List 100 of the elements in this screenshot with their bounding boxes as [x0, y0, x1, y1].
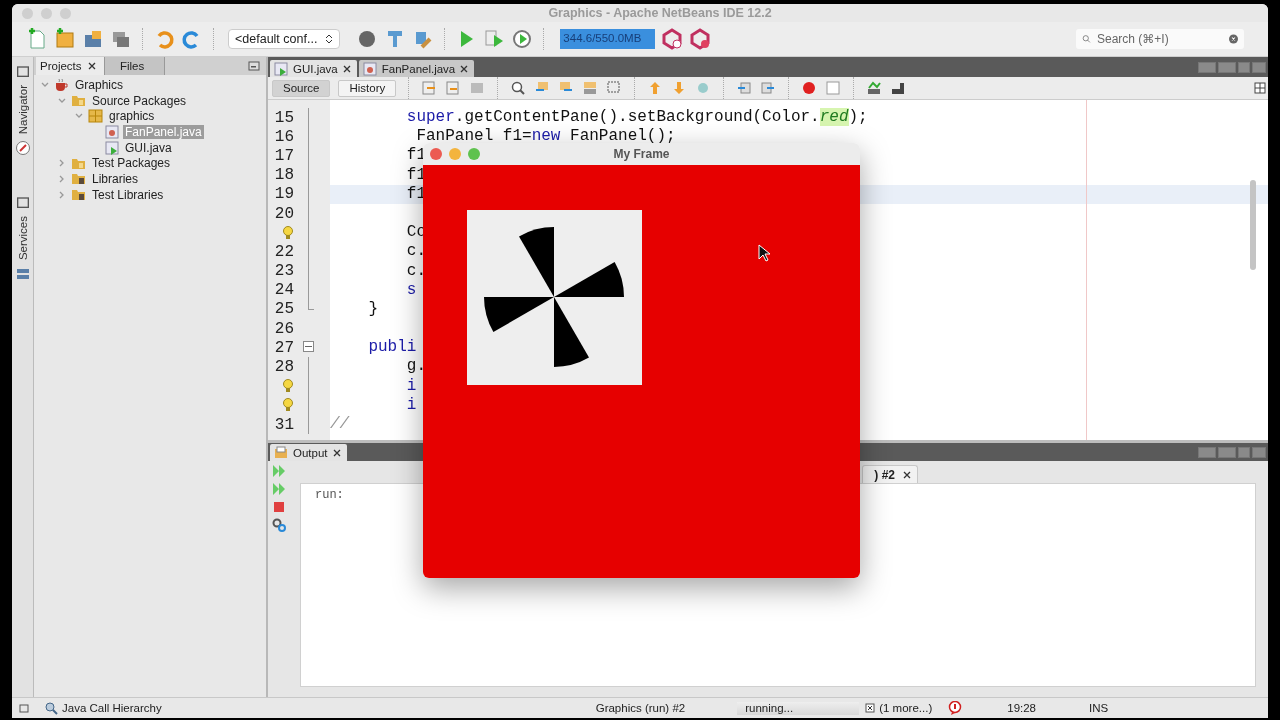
panel-tab[interactable]: Projects — [36, 57, 105, 75]
editor-tab[interactable]: GUI.java — [270, 60, 357, 77]
cancel-icon[interactable] — [865, 703, 876, 713]
highlight-icon[interactable] — [582, 80, 599, 96]
line-number: 22 — [273, 242, 294, 261]
back-icon[interactable] — [445, 80, 462, 96]
code-line: f1 — [406, 165, 426, 184]
package-icon — [88, 109, 103, 124]
tree-item[interactable]: Libraries — [90, 171, 141, 186]
record-icon[interactable] — [801, 80, 818, 96]
scroll-left-button[interactable] — [1198, 446, 1216, 458]
new-project-icon[interactable] — [54, 28, 76, 50]
scroll-left-button[interactable] — [1198, 61, 1216, 73]
configuration-select[interactable]: <default conf... — [228, 29, 341, 49]
panel-tab[interactable]: Files — [104, 57, 165, 75]
close-light-icon[interactable] — [430, 148, 442, 160]
line-number: 28 — [273, 358, 294, 377]
split-icon[interactable] — [1254, 82, 1266, 94]
line-number: 17 — [273, 146, 294, 165]
scrollbar-thumb[interactable] — [1250, 180, 1256, 270]
line-number: 15 — [273, 108, 294, 127]
output-tab[interactable]: Output — [270, 444, 347, 461]
settings-icon[interactable] — [271, 517, 287, 533]
line-number: 23 — [273, 262, 294, 281]
maximize-button[interactable] — [1252, 446, 1266, 458]
close-icon[interactable] — [460, 64, 469, 73]
code-line: c. — [406, 261, 426, 280]
restore-icon[interactable] — [14, 194, 31, 211]
folder-icon — [71, 188, 86, 202]
view-mode-button[interactable]: History — [338, 79, 397, 97]
view-mode-button[interactable]: Source — [272, 79, 331, 97]
stop-icon[interactable] — [825, 80, 842, 96]
java-file-icon — [105, 124, 119, 139]
rerun-icon[interactable] — [271, 481, 287, 497]
last-edit-icon[interactable] — [421, 80, 438, 96]
memory-reading: 344.6/550.0MB — [563, 32, 642, 44]
output-text: run: — [315, 488, 344, 502]
lightbulb-icon[interactable] — [282, 398, 294, 413]
tree-item[interactable]: Test Libraries — [90, 187, 166, 202]
tree-item[interactable]: Source Packages — [90, 93, 189, 108]
close-icon[interactable] — [342, 64, 351, 73]
scroll-right-button[interactable] — [1218, 446, 1236, 458]
editor-tab[interactable]: FanPanel.java — [358, 60, 475, 77]
clear-icon[interactable] — [1229, 33, 1238, 45]
notification-icon[interactable] — [948, 701, 963, 715]
search-icon[interactable] — [44, 701, 58, 715]
shift-right-icon[interactable] — [760, 80, 777, 96]
code-line: FanPanel f1=new FanPanel(); — [415, 127, 676, 146]
folder-icon — [71, 94, 86, 108]
lightbulb-icon[interactable] — [282, 225, 294, 240]
tree-item[interactable]: Graphics — [73, 77, 126, 92]
tree-item[interactable]: Test Packages — [90, 156, 173, 171]
line-number: 25 — [273, 300, 294, 319]
close-icon[interactable] — [87, 62, 96, 70]
zoom-light-icon[interactable] — [468, 148, 480, 160]
open-project-icon[interactable] — [82, 28, 104, 50]
line-number: 27 — [273, 338, 294, 357]
run-tab[interactable]: ) #2 — [862, 465, 918, 483]
chart-icon[interactable] — [866, 80, 883, 96]
lightbulb-icon[interactable] — [282, 379, 294, 394]
tab-list-button[interactable] — [1238, 446, 1250, 458]
stop-icon[interactable] — [271, 499, 287, 515]
scroll-right-button[interactable] — [1218, 61, 1236, 73]
search-box[interactable]: Search (⌘+I) — [1076, 29, 1244, 49]
search-icon — [1082, 33, 1091, 45]
restore-icon[interactable] — [18, 702, 30, 714]
profiler-icon[interactable] — [661, 28, 684, 50]
selection-icon[interactable] — [606, 80, 623, 96]
status-task[interactable]: Java Call Hierarchy — [62, 702, 162, 714]
line-number: 24 — [273, 281, 294, 300]
search-field[interactable]: Search (⌘+I) — [1095, 31, 1225, 47]
tree-item[interactable]: GUI.java — [123, 140, 174, 155]
compass-icon[interactable] — [14, 140, 31, 157]
find-icon[interactable] — [510, 80, 527, 96]
side-tab[interactable]: Services — [16, 214, 29, 263]
rerun-icon[interactable] — [271, 463, 287, 479]
tree-item[interactable]: graphics — [107, 109, 157, 124]
code-line: super.getContentPane().setBackground(Color.red); — [406, 108, 868, 126]
profile-icon[interactable] — [511, 28, 534, 50]
status-process: Graphics (run) #2 — [595, 702, 686, 714]
code-line: // — [330, 415, 350, 433]
line-number: 20 — [273, 204, 294, 223]
more-tasks-link[interactable]: (1 more...) — [879, 702, 933, 714]
side-tab[interactable]: Navigator — [16, 83, 29, 137]
output-icon[interactable] — [274, 445, 288, 460]
close-icon[interactable] — [903, 470, 911, 479]
code-line: s — [406, 280, 417, 299]
close-icon[interactable] — [332, 448, 341, 457]
line-number: 18 — [273, 166, 294, 185]
profiler-icon[interactable] — [689, 28, 712, 50]
restore-icon[interactable] — [14, 63, 31, 79]
minimize-icon[interactable] — [248, 60, 260, 72]
minimize-light-icon[interactable] — [449, 148, 461, 160]
insert-mode: INS — [1089, 702, 1109, 714]
shift-left-icon[interactable] — [736, 80, 753, 96]
code-line: c. — [406, 242, 426, 261]
collapse-icon[interactable] — [303, 341, 314, 353]
maximize-button[interactable] — [1252, 61, 1266, 73]
tab-list-button[interactable] — [1238, 61, 1250, 73]
new-file-icon[interactable] — [26, 28, 48, 50]
